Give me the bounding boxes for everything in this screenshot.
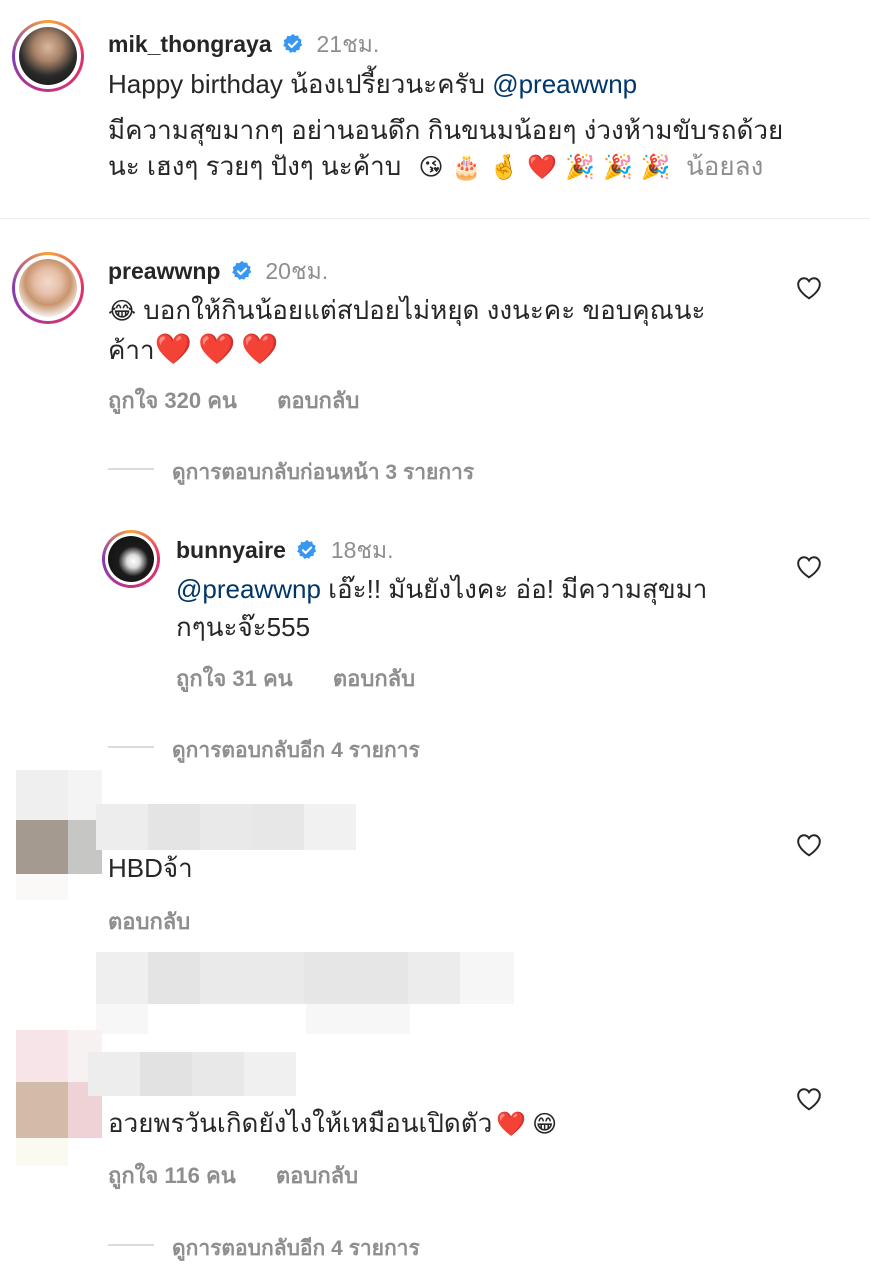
comment-text-line-2: ค้าา❤️❤️❤️ xyxy=(108,333,285,366)
replies-divider xyxy=(108,468,154,470)
post-username[interactable]: mik_thongraya xyxy=(108,31,272,57)
comment-text-line-1: 😂 บอกให้กินน้อยแต่สปอยไม่หยุด งงนะคะ ขอบ… xyxy=(108,295,706,325)
comment-header: preawwnp 20ชม. xyxy=(108,254,328,290)
reply-time: 18ชม. xyxy=(330,537,394,563)
blurred-content xyxy=(96,952,514,1034)
reply-button[interactable]: ตอบกลับ xyxy=(276,1163,358,1188)
comment-emojis: ❤️😁 xyxy=(496,1110,564,1138)
comment-username[interactable]: preawwnp xyxy=(108,258,220,284)
replies-divider xyxy=(108,1244,154,1246)
mention-link[interactable]: @preawwnp xyxy=(176,574,321,604)
likes-count[interactable]: ถูกใจ 320 คน xyxy=(108,388,237,413)
comment-meta: ตอบกลับ xyxy=(108,904,224,939)
laugh-emoji: 😂 xyxy=(108,297,137,325)
reply-header: bunnyaire 18ชม. xyxy=(176,533,394,569)
reply-meta: ถูกใจ 31 คน ตอบกลับ xyxy=(176,661,449,696)
mention-link[interactable]: @preawwnp xyxy=(492,69,637,99)
post-caption-line-1: Happy birthday น้องเปรี้ยวนะครับ @preaww… xyxy=(108,69,638,99)
view-more-replies[interactable]: ดูการตอบกลับอีก 4 รายการ xyxy=(172,734,420,767)
view-more-replies[interactable]: ดูการตอบกลับอีก 4 รายการ xyxy=(172,1232,420,1265)
post-time: 21ชม. xyxy=(316,31,380,57)
like-heart-icon[interactable] xyxy=(796,555,822,579)
replies-divider xyxy=(108,746,154,748)
likes-count[interactable]: ถูกใจ 116 คน xyxy=(108,1163,236,1188)
blurred-username xyxy=(88,1052,296,1096)
reply-button[interactable]: ตอบกลับ xyxy=(108,909,190,934)
reply-button[interactable]: ตอบกลับ xyxy=(277,388,359,413)
blurred-avatar[interactable] xyxy=(16,770,102,900)
likes-count[interactable]: ถูกใจ 31 คน xyxy=(176,666,293,691)
verified-badge-icon xyxy=(283,33,303,53)
verified-badge-icon xyxy=(232,260,252,280)
like-heart-icon[interactable] xyxy=(796,276,822,300)
comment-meta: ถูกใจ 320 คน ตอบกลับ xyxy=(108,383,393,418)
like-heart-icon[interactable] xyxy=(796,1087,822,1111)
reply-text-line-2: กๆนะจ๊ะ555 xyxy=(176,612,311,642)
blurred-avatar[interactable] xyxy=(16,1030,102,1166)
post-caption-line-3: นะ เฮงๆ รวยๆ ปังๆ นะค้าบ 😘🎂🤞❤️🎉🎉🎉 น้อยลง xyxy=(108,151,764,181)
view-previous-replies[interactable]: ดูการตอบกลับก่อนหน้า 3 รายการ xyxy=(172,456,474,489)
hearts-emoji: ❤️❤️❤️ xyxy=(154,333,285,366)
reply-username[interactable]: bunnyaire xyxy=(176,537,286,563)
caption-emojis: 😘🎂🤞❤️🎉🎉🎉 xyxy=(418,153,679,181)
comment-time: 20ชม. xyxy=(265,258,329,284)
verified-badge-icon xyxy=(297,539,317,559)
like-heart-icon[interactable] xyxy=(796,833,822,857)
post-caption-line-2: มีความสุขมากๆ อย่านอนดึก กินขนมน้อยๆ ง่ว… xyxy=(108,115,784,145)
comment-meta: ถูกใจ 116 คน ตอบกลับ xyxy=(108,1158,392,1193)
see-less-link[interactable]: น้อยลง xyxy=(686,151,763,181)
reply-text-line-1: @preawwnp เอ๊ะ!! มันยังไงคะ อ่อ! มีความส… xyxy=(176,574,708,604)
reply-button[interactable]: ตอบกลับ xyxy=(333,666,415,691)
post-header: mik_thongraya 21ชม. xyxy=(108,27,379,63)
comment-text: HBDจ้า xyxy=(108,853,193,883)
blurred-username xyxy=(96,804,356,850)
caption-divider xyxy=(0,218,870,219)
comment-text: อวยพรวันเกิดยังไงให้เหมือนเปิดตัว ❤️😁 xyxy=(108,1108,564,1138)
